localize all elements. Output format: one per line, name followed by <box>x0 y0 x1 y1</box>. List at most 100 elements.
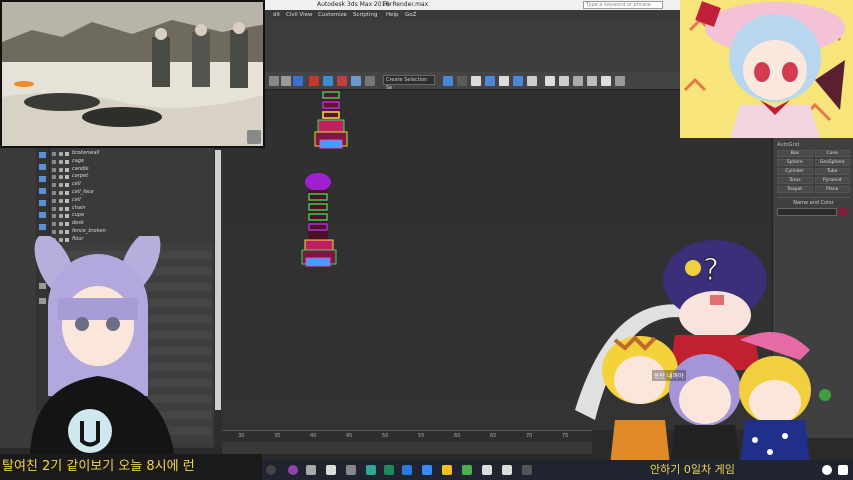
app-icon[interactable] <box>402 465 412 475</box>
material-editor-icon[interactable] <box>527 76 537 86</box>
teapot-button[interactable]: Teapot <box>777 186 813 193</box>
folder-icon[interactable] <box>442 465 452 475</box>
list-item[interactable]: candle <box>50 166 212 174</box>
visibility-icon[interactable] <box>59 222 63 227</box>
curve-editor-icon[interactable] <box>499 76 509 86</box>
chrome-icon[interactable] <box>462 465 472 475</box>
menu-help[interactable]: Help <box>386 12 399 18</box>
object-name-field[interactable] <box>777 208 837 216</box>
snap-icon[interactable] <box>309 76 319 86</box>
rotate-icon[interactable] <box>293 76 303 86</box>
visibility-icon[interactable] <box>59 198 63 203</box>
link-icon[interactable] <box>269 76 279 86</box>
list-item[interactable]: cell <box>50 181 212 189</box>
render-frame-icon[interactable] <box>559 76 569 86</box>
visibility-icon[interactable] <box>59 167 63 172</box>
visibility-icon[interactable] <box>59 214 63 219</box>
autogrid-label[interactable]: AutoGrid <box>777 142 850 148</box>
app-icon[interactable] <box>838 465 848 475</box>
menu-scripting[interactable]: Scripting <box>353 12 377 18</box>
expand-icon[interactable] <box>52 190 56 195</box>
visibility-icon[interactable] <box>59 229 63 234</box>
render-iterative-icon[interactable] <box>601 76 611 86</box>
activeshade-icon[interactable] <box>615 76 625 86</box>
expand-icon[interactable] <box>52 167 56 172</box>
expand-icon[interactable] <box>52 229 56 234</box>
edit-named-selection-icon[interactable] <box>365 76 375 86</box>
align-icon[interactable] <box>457 76 467 86</box>
visibility-icon[interactable] <box>59 183 63 188</box>
name-and-color-header[interactable]: Name and Color <box>777 197 850 206</box>
menu-edit[interactable]: dit <box>273 12 280 18</box>
angle-snap-icon[interactable] <box>323 76 333 86</box>
vscode-icon[interactable] <box>422 465 432 475</box>
filter-icon[interactable] <box>39 212 46 218</box>
app-icon[interactable] <box>346 465 356 475</box>
expand-icon[interactable] <box>52 175 56 180</box>
visibility-icon[interactable] <box>59 206 63 211</box>
visibility-icon[interactable] <box>59 152 63 156</box>
visibility-icon[interactable] <box>59 159 63 164</box>
list-item[interactable]: cell_face <box>50 189 212 197</box>
app-icon[interactable] <box>502 465 512 475</box>
plane-button[interactable]: Plane <box>814 186 850 193</box>
list-item[interactable]: cupe <box>50 212 212 220</box>
visibility-icon[interactable] <box>59 175 63 180</box>
geosphere-button[interactable]: GeoSphere <box>814 159 850 166</box>
filter-icon[interactable] <box>39 152 46 158</box>
sphere-button[interactable]: Sphere <box>777 159 813 166</box>
scene-explorer-icon[interactable] <box>485 76 495 86</box>
expand-icon[interactable] <box>52 152 56 156</box>
render-setup-icon[interactable] <box>545 76 555 86</box>
menu-goz[interactable]: GoZ <box>405 12 416 18</box>
start-icon[interactable] <box>266 465 276 475</box>
expand-icon[interactable] <box>52 222 56 227</box>
list-item[interactable]: carpet <box>50 173 212 181</box>
app-icon[interactable] <box>522 465 532 475</box>
filter-icon[interactable] <box>39 176 46 182</box>
render-icon[interactable] <box>573 76 583 86</box>
timeline[interactable]: 30 35 40 45 50 55 60 65 70 75 <box>222 430 592 442</box>
move-icon[interactable] <box>281 76 291 86</box>
search-input[interactable]: Type a keyword or phrase <box>583 1 663 9</box>
schematic-view-icon[interactable] <box>513 76 523 86</box>
expand-icon[interactable] <box>52 214 56 219</box>
selection-set-dropdown[interactable]: Create Selection Se <box>383 75 435 91</box>
expand-icon[interactable] <box>52 198 56 203</box>
3dsmax-icon[interactable] <box>366 465 376 475</box>
mirror-icon[interactable] <box>443 76 453 86</box>
tube-button[interactable]: Tube <box>814 168 850 175</box>
monitor-icon[interactable] <box>326 465 336 475</box>
box-button[interactable]: Box <box>777 150 813 157</box>
torus-button[interactable]: Torus <box>777 177 813 184</box>
expand-icon[interactable] <box>52 183 56 188</box>
app-icon[interactable] <box>306 465 316 475</box>
render-production-icon[interactable] <box>587 76 597 86</box>
visibility-icon[interactable] <box>59 190 63 195</box>
list-item[interactable]: cage <box>50 158 212 166</box>
list-item[interactable]: chain <box>50 205 212 213</box>
cylinder-button[interactable]: Cylinder <box>777 168 813 175</box>
list-item[interactable]: fence_broken <box>50 228 212 236</box>
filter-icon[interactable] <box>39 188 46 194</box>
filter-icon[interactable] <box>39 224 46 230</box>
app-icon[interactable] <box>482 465 492 475</box>
list-item[interactable]: brokenwall <box>50 150 212 158</box>
explorer-scrollbar[interactable] <box>214 148 222 448</box>
filter-icon[interactable] <box>39 164 46 170</box>
menu-civil-view[interactable]: Civil View <box>286 12 312 18</box>
pyramid-button[interactable]: Pyramid <box>814 177 850 184</box>
spinner-snap-icon[interactable] <box>351 76 361 86</box>
notification-icon[interactable] <box>822 465 832 475</box>
app-icon[interactable] <box>288 465 298 475</box>
cone-button[interactable]: Cone <box>814 150 850 157</box>
percent-snap-icon[interactable] <box>337 76 347 86</box>
expand-icon[interactable] <box>52 159 56 164</box>
list-item[interactable]: cell <box>50 197 212 205</box>
object-color-swatch[interactable] <box>839 208 847 216</box>
layer-icon[interactable] <box>471 76 481 86</box>
filter-icon[interactable] <box>39 200 46 206</box>
expand-icon[interactable] <box>52 206 56 211</box>
scrollbar-thumb[interactable] <box>215 150 221 410</box>
list-item[interactable]: desk <box>50 220 212 228</box>
